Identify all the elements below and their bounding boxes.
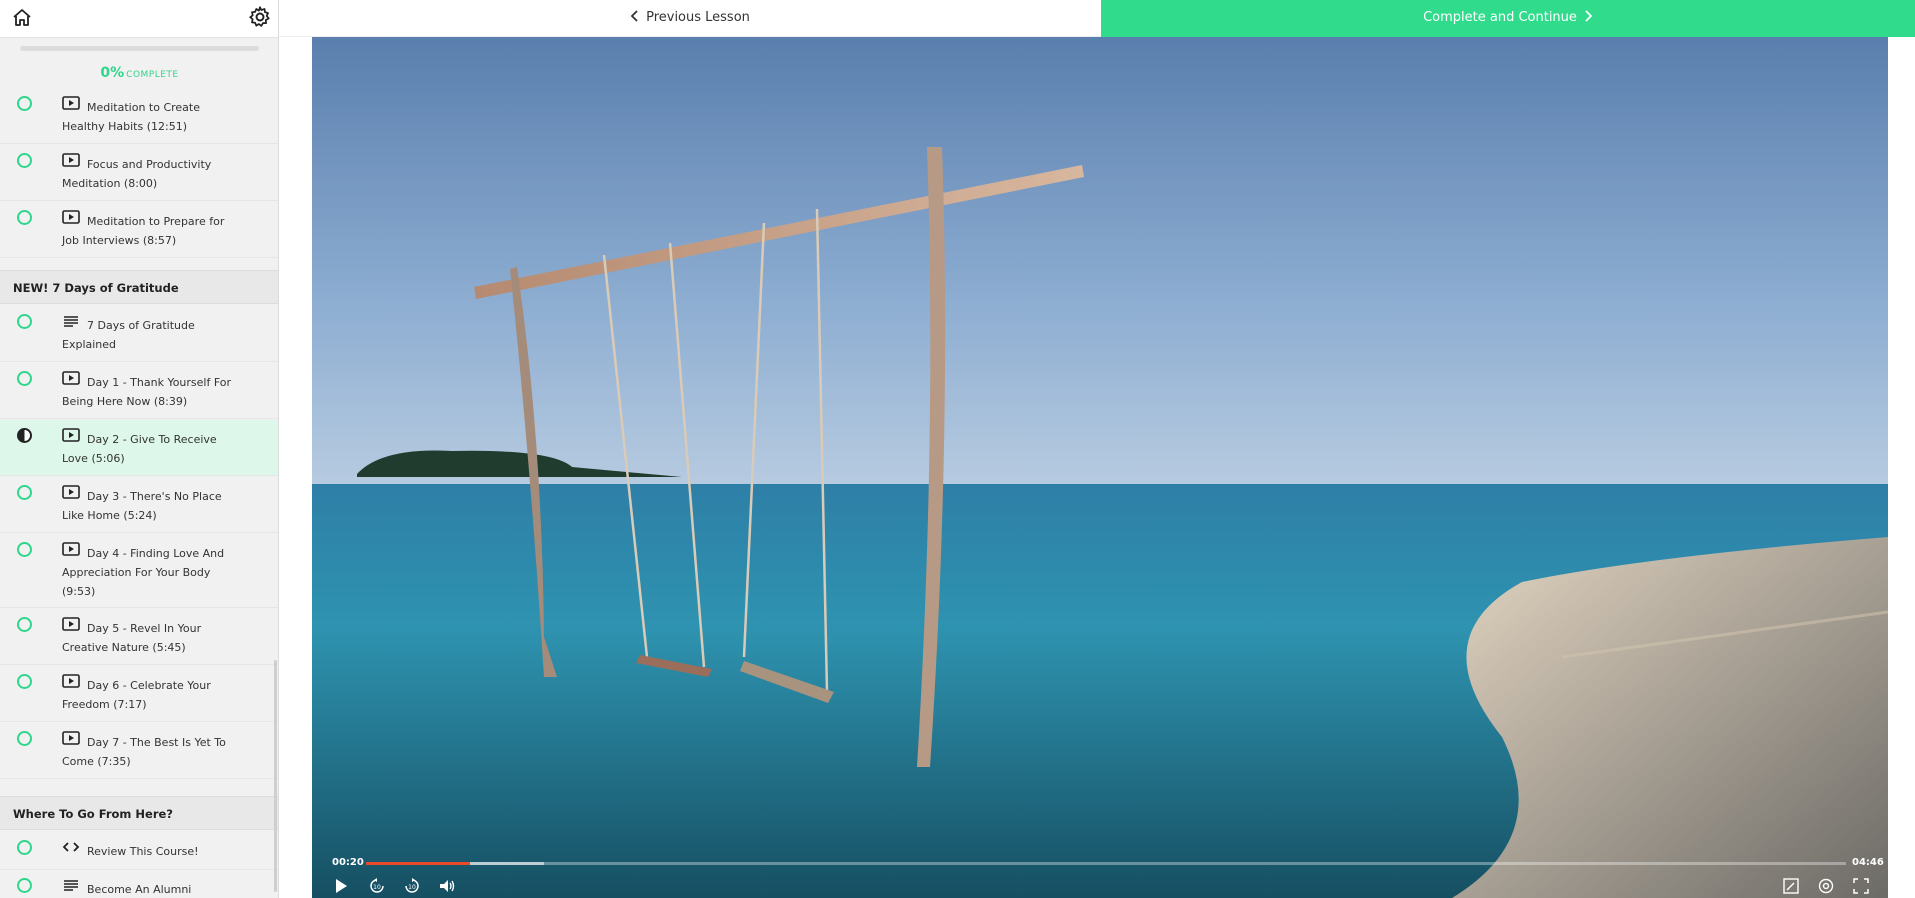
lesson-item[interactable]: Review This Course! [0,832,278,870]
incomplete-circle-icon [17,674,32,689]
lesson-title: Day 4 - Finding Love And Appreciation Fo… [62,547,225,598]
incomplete-circle-icon [17,542,32,557]
lesson-item[interactable]: Become An Alumni [0,870,278,898]
complete-continue-label: Complete and Continue [1423,10,1577,25]
previous-lesson-button[interactable]: Previous Lesson [279,0,1101,37]
current-time: 00:20 [332,857,364,868]
complete-and-continue-button[interactable]: Complete and Continue [1101,0,1915,37]
incomplete-circle-icon [17,96,32,111]
progress-word: COMPLETE [126,70,179,80]
forward-10-icon[interactable]: 10 [403,877,421,895]
incomplete-circle-icon [17,210,32,225]
chevron-left-icon [630,10,638,22]
settings-icon[interactable] [1817,877,1835,895]
in-progress-icon [17,428,32,443]
home-icon[interactable] [10,6,34,30]
lesson-item[interactable]: Day 3 - There's No Place Like Home (5:24… [0,477,278,533]
volume-icon[interactable] [438,877,456,895]
section-title: Where To Go From Here? [13,807,173,821]
lesson-title: Meditation to Prepare for Job Interviews… [62,215,225,247]
lesson-title: Day 3 - There's No Place Like Home (5:24… [62,490,222,522]
lesson-item[interactable]: Day 6 - Celebrate Your Freedom (7:17) [0,666,278,722]
progress-bar [20,46,259,51]
course-sidebar: 0% COMPLETE Meditation to Create Healthy … [0,0,279,898]
incomplete-circle-icon [17,371,32,386]
lesson-title: Day 7 - The Best Is Yet To Come (7:35) [62,736,226,768]
duration: 04:46 [1852,857,1884,868]
incomplete-circle-icon [17,731,32,746]
lesson-title: Meditation to Create Healthy Habits (12:… [62,101,201,133]
video-frame [312,37,1888,898]
progress-label: 0% COMPLETE [0,62,278,81]
incomplete-circle-icon [17,485,32,500]
incomplete-circle-icon [17,617,32,632]
lesson-item[interactable]: Meditation to Prepare for Job Interviews… [0,202,278,258]
section-header: Where To Go From Here? [0,796,278,830]
played-progress [366,862,470,865]
section-title: NEW! 7 Days of Gratitude [13,281,179,295]
lesson-item[interactable]: 7 Days of Gratitude Explained [0,306,278,362]
play-icon[interactable] [332,877,350,895]
lesson-title: Day 5 - Revel In Your Creative Nature (5… [62,622,202,654]
course-progress: 0% COMPLETE [0,38,278,83]
seek-bar[interactable] [366,862,1846,865]
lesson-title: Become An Alumni [87,883,192,896]
previous-lesson-label: Previous Lesson [646,10,750,25]
rewind-10-icon[interactable]: 10 [368,877,386,895]
lesson-title: Day 6 - Celebrate Your Freedom (7:17) [62,679,211,711]
incomplete-circle-icon [17,153,32,168]
lesson-title: Day 1 - Thank Yourself For Being Here No… [62,376,232,408]
video-controls: 00:20 04:46 10 10 [312,847,1888,898]
lesson-title: 7 Days of Gratitude Explained [62,319,195,351]
video-player[interactable]: 00:20 04:46 10 10 [312,37,1888,898]
lesson-title: Focus and Productivity Meditation (8:00) [62,158,212,190]
lesson-nav-bar: Previous Lesson Complete and Continue [279,0,1915,37]
progress-percent: 0% [100,65,125,81]
lesson-item[interactable]: Day 2 - Give To Receive Love (5:06) [0,420,278,476]
lesson-title: Review This Course! [87,845,199,858]
svg-text:10: 10 [408,884,416,891]
incomplete-circle-icon [17,840,32,855]
gear-icon[interactable] [247,4,273,30]
lesson-item[interactable]: Day 1 - Thank Yourself For Being Here No… [0,363,278,419]
incomplete-circle-icon [17,878,32,893]
incomplete-circle-icon [17,314,32,329]
section-header: NEW! 7 Days of Gratitude [0,270,278,304]
chevron-right-icon [1585,10,1593,22]
lesson-item[interactable]: Day 5 - Revel In Your Creative Nature (5… [0,609,278,665]
svg-text:10: 10 [373,884,381,891]
sidebar-header [0,0,278,38]
lesson-item[interactable]: Focus and Productivity Meditation (8:00) [0,145,278,201]
lesson-title: Day 2 - Give To Receive Love (5:06) [62,433,217,465]
fullscreen-icon[interactable] [1852,877,1870,895]
lesson-item[interactable]: Meditation to Create Healthy Habits (12:… [0,88,278,144]
sidebar-scrollbar[interactable] [274,660,277,892]
lesson-item[interactable]: Day 7 - The Best Is Yet To Come (7:35) [0,723,278,779]
lesson-item[interactable]: Day 4 - Finding Love And Appreciation Fo… [0,534,278,608]
notes-icon[interactable] [1782,877,1800,895]
